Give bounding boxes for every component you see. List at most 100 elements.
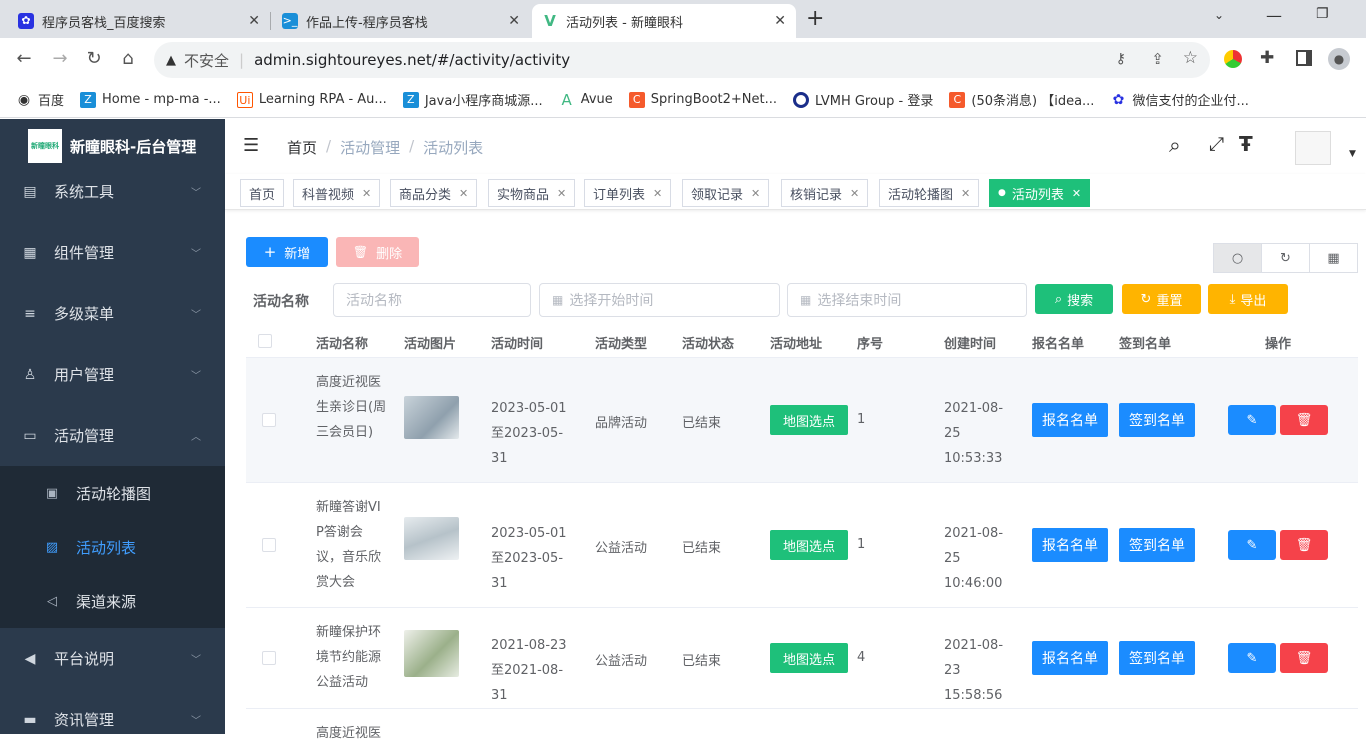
columns-icon[interactable]: ▦ <box>1309 244 1357 272</box>
forward-icon[interactable]: → <box>48 48 72 69</box>
font-size-icon[interactable]: Ŧ <box>1239 132 1253 156</box>
map-select-button[interactable]: 地图选点 <box>770 643 848 673</box>
tag[interactable]: 实物商品 ✕ <box>488 179 576 207</box>
table-row[interactable]: 高度近视医 <box>246 709 1358 749</box>
checkin-list-button[interactable]: 签到名单 <box>1119 528 1195 562</box>
signup-list-button[interactable]: 报名名单 <box>1032 528 1108 562</box>
bookmark[interactable]: C (50条消息) 【idea... <box>949 90 1094 109</box>
tag[interactable]: 活动轮播图 ✕ <box>879 179 980 207</box>
browser-tab[interactable]: >_ 作品上传-程序员客栈 ✕ <box>272 4 530 38</box>
sidebar-item-activity-banner[interactable]: ▣ 活动轮播图 <box>0 466 225 520</box>
checkin-list-button[interactable]: 签到名单 <box>1119 641 1195 675</box>
browser-tab[interactable]: ✿ 程序员客栈_百度搜索 ✕ <box>8 4 270 38</box>
bookmark[interactable]: C SpringBoot2+Net... <box>628 91 777 108</box>
tag[interactable]: 商品分类 ✕ <box>390 179 478 207</box>
close-icon[interactable]: ✕ <box>557 187 566 200</box>
table-row[interactable]: 新瞳保护环境节约能源公益活动 2021-08-23至2021-08-31 公益活… <box>246 608 1358 709</box>
bookmark[interactable]: Z Home - mp-ma -... <box>80 91 221 108</box>
tag-active[interactable]: ● 活动列表 ✕ <box>989 179 1091 207</box>
delete-row-button[interactable]: 🗑 <box>1280 530 1328 560</box>
row-checkbox[interactable] <box>262 413 276 427</box>
activity-image[interactable] <box>404 396 459 439</box>
back-icon[interactable]: ← <box>12 48 36 69</box>
profile-icon[interactable]: ● <box>1328 48 1350 70</box>
fullscreen-icon[interactable]: ⤢ <box>1209 133 1224 155</box>
close-icon[interactable]: ✕ <box>774 13 786 29</box>
close-icon[interactable]: ✕ <box>1072 187 1081 200</box>
export-button[interactable]: ⤓ 导出 <box>1208 284 1288 314</box>
sidebar-item-system-tools[interactable]: ▤ 系统工具 ﹀ <box>0 161 225 222</box>
search-button[interactable]: ⌕ 搜索 <box>1035 284 1113 314</box>
sidebar-item-activity[interactable]: ▭ 活动管理 ︿ <box>0 405 225 466</box>
table-row[interactable]: 新瞳答谢VIP答谢会议，音乐欣赏大会 2023-05-01至2023-05-31… <box>246 483 1358 608</box>
edit-button[interactable]: ✎ <box>1228 405 1276 435</box>
sidebar-item-components[interactable]: ▦ 组件管理 ﹀ <box>0 222 225 283</box>
bookmark[interactable]: ✿ 微信支付的企业付... <box>1110 90 1249 109</box>
puzzle-icon[interactable]: ✚ <box>1260 48 1274 68</box>
sidebar-item-news[interactable]: ▬ 资讯管理 ﹀ <box>0 689 225 734</box>
reset-button[interactable]: ↻ 重置 <box>1122 284 1201 314</box>
activity-image[interactable] <box>404 630 459 677</box>
close-icon[interactable]: ✕ <box>248 13 260 29</box>
select-all-checkbox[interactable] <box>258 334 272 348</box>
sidebar-item-platform[interactable]: ◀ 平台说明 ﹀ <box>0 628 225 689</box>
map-select-button[interactable]: 地图选点 <box>770 405 848 435</box>
close-icon[interactable]: ✕ <box>961 187 970 200</box>
delete-button[interactable]: 🗑 删除 <box>336 237 419 267</box>
row-checkbox[interactable] <box>262 538 276 552</box>
add-button[interactable]: + 新增 <box>246 237 328 267</box>
close-icon[interactable]: ✕ <box>751 187 760 200</box>
browser-tab-active[interactable]: V 活动列表 - 新瞳眼科 ✕ <box>532 4 796 38</box>
checkin-list-button[interactable]: 签到名单 <box>1119 403 1195 437</box>
close-icon[interactable]: ✕ <box>459 187 468 200</box>
activity-image[interactable] <box>404 517 459 560</box>
caret-down-icon[interactable]: ▼ <box>1349 149 1356 159</box>
minimize-icon[interactable]: — <box>1266 6 1282 25</box>
tag[interactable]: 科普视频 ✕ <box>293 179 381 207</box>
share-icon[interactable]: ⇪ <box>1151 50 1164 68</box>
signup-list-button[interactable]: 报名名单 <box>1032 403 1108 437</box>
bookmark[interactable]: Ui Learning RPA - Au... <box>236 91 387 108</box>
bookmark[interactable]: ◉ 百度 <box>16 90 64 109</box>
signup-list-button[interactable]: 报名名单 <box>1032 641 1108 675</box>
tag[interactable]: 核销记录 ✕ <box>781 179 869 207</box>
activity-name-input[interactable]: 活动名称 <box>333 283 531 317</box>
sidebar-item-users[interactable]: ♙ 用户管理 ﹀ <box>0 344 225 405</box>
bookmark[interactable]: LVMH Group - 登录 <box>793 90 933 109</box>
table-row[interactable]: 高度近视医生亲诊日(周三会员日) 2023-05-01至2023-05-31 品… <box>246 358 1358 483</box>
tag-home[interactable]: 首页 <box>240 179 285 207</box>
tab-search-icon[interactable]: ⌄ <box>1214 8 1224 22</box>
tag[interactable]: 订单列表 ✕ <box>584 179 672 207</box>
url-bar[interactable]: ▲ 不安全 | admin.sightoureyes.net/#/activit… <box>154 42 1210 78</box>
bookmark[interactable]: A Avue <box>558 91 613 108</box>
hamburger-icon[interactable]: ☰ <box>243 135 259 156</box>
star-icon[interactable]: ☆ <box>1183 48 1198 68</box>
extension-icon[interactable] <box>1224 50 1242 68</box>
close-icon[interactable]: ✕ <box>508 13 520 29</box>
bookmark[interactable]: Z Java小程序商城源... <box>402 90 543 109</box>
sidepanel-icon[interactable] <box>1296 50 1312 66</box>
row-checkbox[interactable] <box>262 651 276 665</box>
start-date-input[interactable]: ▦ 选择开始时间 <box>539 283 780 317</box>
delete-row-button[interactable]: 🗑 <box>1280 405 1328 435</box>
key-icon[interactable]: ⚷ <box>1116 51 1126 67</box>
edit-button[interactable]: ✎ <box>1228 530 1276 560</box>
sidebar-item-activity-list[interactable]: ▨ 活动列表 <box>0 520 225 574</box>
tag[interactable]: 领取记录 ✕ <box>682 179 770 207</box>
avatar[interactable] <box>1295 131 1331 165</box>
new-tab-button[interactable]: + <box>806 6 824 31</box>
search-toggle-icon[interactable]: ○ <box>1214 244 1261 272</box>
restore-icon[interactable]: ❐ <box>1316 6 1329 22</box>
close-icon[interactable]: ✕ <box>850 187 859 200</box>
refresh-icon[interactable]: ↻ <box>1261 244 1309 272</box>
sidebar-item-multilevel[interactable]: ≡ 多级菜单 ﹀ <box>0 283 225 344</box>
breadcrumb-home[interactable]: 首页 <box>287 137 317 158</box>
close-icon[interactable]: ✕ <box>362 187 371 200</box>
sidebar-item-channel-source[interactable]: ◁ 渠道来源 <box>0 574 225 628</box>
search-icon[interactable]: ⌕ <box>1169 133 1181 158</box>
delete-row-button[interactable]: 🗑 <box>1280 643 1328 673</box>
map-select-button[interactable]: 地图选点 <box>770 530 848 560</box>
reload-icon[interactable]: ↻ <box>82 48 106 69</box>
edit-button[interactable]: ✎ <box>1228 643 1276 673</box>
end-date-input[interactable]: ▦ 选择结束时间 <box>787 283 1027 317</box>
